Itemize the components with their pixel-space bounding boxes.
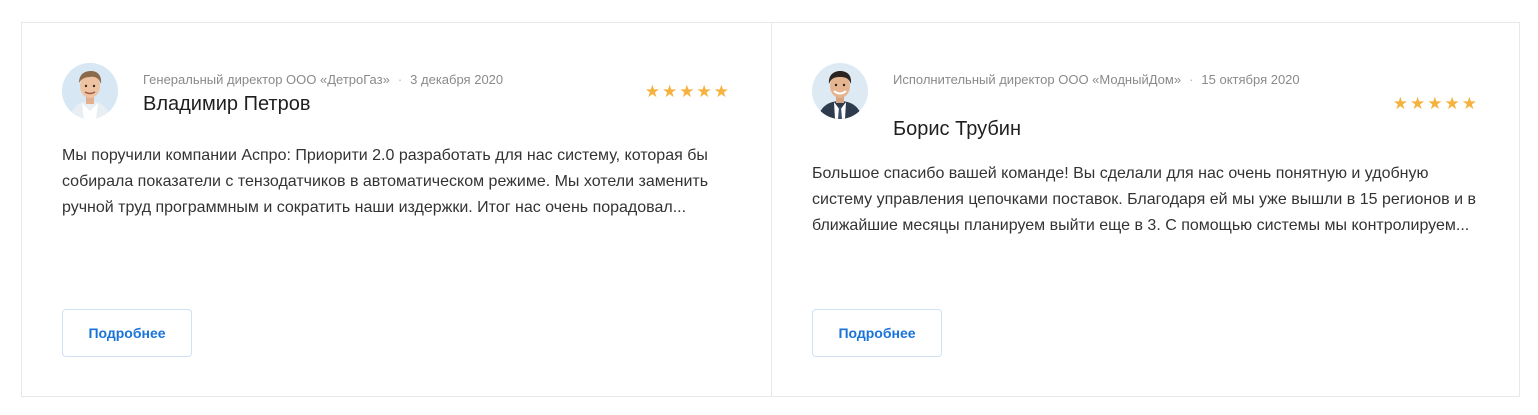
more-button[interactable]: Подробнее (812, 309, 942, 357)
review-meta: Генеральный директор ООО «ДетроГаз» · 3 де… (143, 67, 613, 92)
author-name: Владимир Петров (143, 93, 311, 115)
review-card: Исполнительный директор ООО «МодныйДом» ·… (771, 23, 1519, 396)
rating-stars: ★★★★★ (1392, 94, 1479, 113)
review-text: Мы поручили компании Аспро: Приорити 2.0… (62, 147, 709, 216)
review-meta: Исполнительный директор ООО «МодныйДом» ·… (893, 67, 1353, 92)
person-avatar-icon (62, 63, 118, 119)
avatar (812, 63, 868, 119)
separator-dot: · (1189, 72, 1194, 87)
rating-stars: ★★★★★ (644, 82, 731, 101)
author-name: Борис Трубин (893, 118, 1021, 140)
review-date: 3 декабря 2020 (410, 72, 504, 87)
author-position: Исполнительный директор ООО «МодныйДом» (893, 72, 1182, 87)
avatar (62, 63, 118, 119)
separator-dot: · (397, 72, 403, 87)
person-avatar-icon (812, 63, 868, 119)
reviews-section: Генеральный директор ООО «ДетроГаз» · 3 де… (21, 22, 1520, 397)
review-text: Большое спасибо вашей команде! Вы сделал… (812, 165, 1476, 234)
review-date: 15 октября 2020 (1201, 72, 1300, 87)
more-button[interactable]: Подробнее (62, 309, 192, 357)
author-position: Генеральный директор ООО «ДетроГаз» (143, 72, 390, 87)
review-card: Генеральный директор ООО «ДетроГаз» · 3 де… (22, 23, 771, 396)
